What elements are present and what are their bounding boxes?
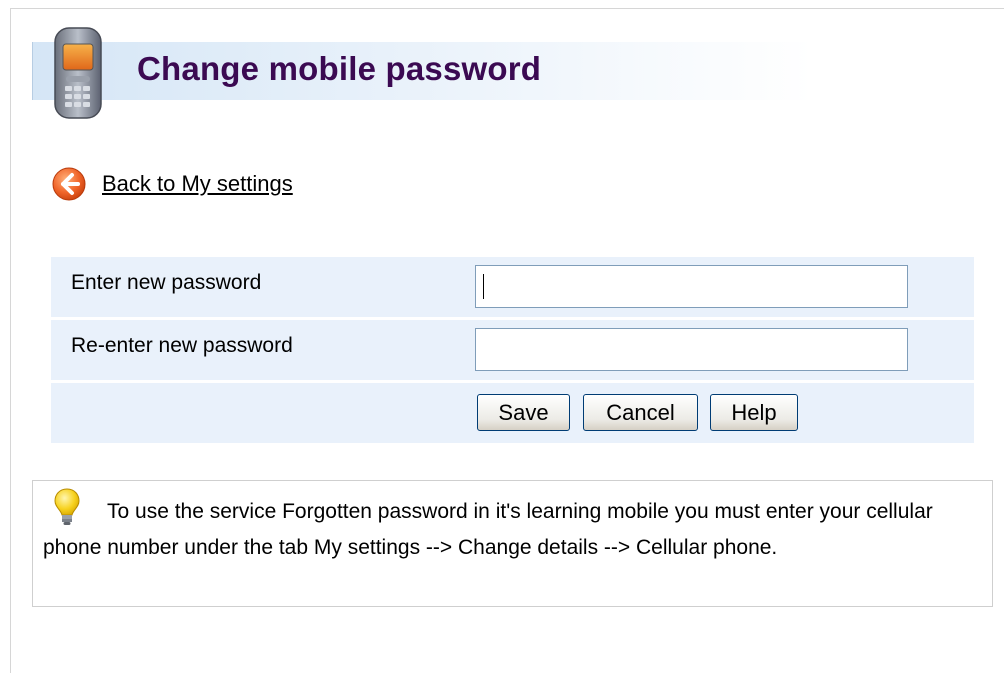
reenter-password-label: Re-enter new password — [71, 334, 293, 357]
button-row: Save Cancel Help — [51, 383, 974, 443]
new-password-input[interactable] — [475, 265, 908, 308]
new-password-label: Enter new password — [71, 271, 262, 294]
tip-text: To use the service Forgotten password in… — [43, 500, 933, 559]
reenter-password-input[interactable] — [475, 328, 908, 371]
password-form: Enter new password Re-enter new password… — [51, 257, 974, 446]
back-row: Back to My settings — [52, 166, 293, 202]
tip-box: To use the service Forgotten password in… — [32, 480, 993, 607]
save-button[interactable]: Save — [477, 394, 570, 431]
back-to-settings-link[interactable]: Back to My settings — [102, 171, 293, 197]
new-password-row: Enter new password — [51, 257, 974, 317]
cancel-button[interactable]: Cancel — [583, 394, 698, 431]
page-title: Change mobile password — [137, 50, 542, 87]
reenter-password-row: Re-enter new password — [51, 320, 974, 380]
back-arrow-icon[interactable] — [52, 167, 86, 201]
mobile-phone-icon — [54, 27, 102, 119]
text-cursor — [483, 274, 484, 299]
help-button[interactable]: Help — [710, 394, 798, 431]
